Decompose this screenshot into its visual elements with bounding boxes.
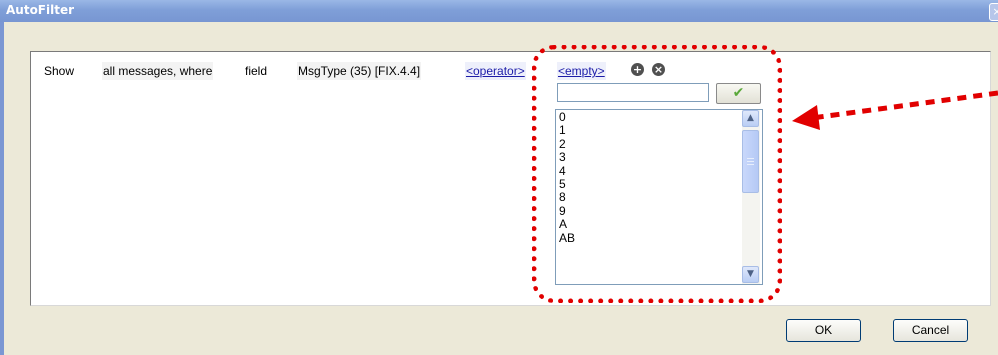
ok-button[interactable]: OK — [786, 319, 861, 342]
operator-link[interactable]: <operator> — [465, 62, 526, 80]
filter-panel — [30, 51, 991, 306]
window-border — [0, 22, 4, 355]
field-selector[interactable]: MsgType (35) [FIX.4.4] — [297, 62, 422, 80]
close-button[interactable]: × — [989, 3, 998, 21]
show-label: Show — [43, 62, 76, 80]
autofilter-dialog: AutoFilter × Show all messages, where fi… — [0, 0, 998, 355]
title-bar[interactable]: AutoFilter × — [0, 0, 998, 22]
cancel-button[interactable]: Cancel — [893, 319, 968, 342]
window-title: AutoFilter — [6, 3, 75, 17]
scope-selector[interactable]: all messages, where — [102, 62, 214, 80]
field-label: field — [244, 62, 269, 80]
highlight-annotation — [532, 45, 782, 303]
